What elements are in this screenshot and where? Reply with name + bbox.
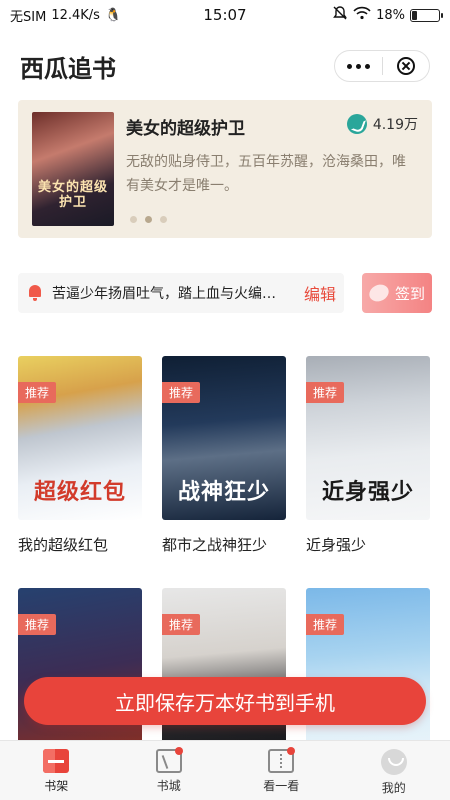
book-cover[interactable]: 推荐 — [162, 588, 286, 752]
carrier-label: 无SIM — [10, 9, 47, 25]
book-card[interactable]: 推荐 — [18, 588, 142, 752]
book-card[interactable]: 推荐 战神狂少 都市之战神狂少 — [162, 356, 286, 555]
notification-dot — [287, 747, 295, 755]
recommend-tag: 推荐 — [306, 382, 345, 403]
book-card[interactable]: 推荐 超级红包 我的超级红包 — [18, 356, 142, 555]
bell-icon — [26, 284, 44, 302]
tab-label: 书架 — [44, 779, 69, 793]
qq-icon: 🐧 — [104, 7, 122, 23]
book-cover[interactable]: 推荐 超级红包 — [18, 356, 142, 520]
pager-dot[interactable] — [160, 216, 167, 223]
book-cover[interactable]: 推荐 近身强少 — [306, 356, 430, 520]
notice-bar[interactable]: 苦逼少年扬眉吐气，踏上血与火编… 编辑 — [18, 273, 344, 313]
tab-bookstore[interactable]: 书城 — [113, 741, 226, 800]
status-left: 无SIM 12.4K/s 🐧 — [10, 6, 121, 25]
book-cover-text: 战神狂少 — [177, 480, 270, 505]
battery-icon — [410, 8, 443, 22]
tab-label: 我的 — [381, 781, 406, 795]
close-button[interactable] — [383, 51, 430, 81]
book-cover-text: 近身强少 — [321, 480, 414, 505]
book-card[interactable]: 推荐 — [306, 588, 430, 752]
featured-cover[interactable]: 美女的超级护卫 — [32, 112, 114, 226]
featured-banner[interactable]: 美女的超级护卫 美女的超级护卫 4.19万 无敌的贴身侍卫，五百年苏醒，沧海桑田… — [18, 100, 432, 238]
page-title: 西瓜追书 — [20, 54, 116, 83]
book-cover[interactable]: 推荐 — [306, 588, 430, 752]
book-card[interactable]: 推荐 — [162, 588, 286, 752]
checkin-label: 签到 — [394, 284, 425, 303]
bottom-tab-bar: 书架 书城 看一看 我的 — [0, 740, 450, 800]
network-speed: 12.4K/s — [51, 7, 100, 23]
battery-level — [412, 10, 417, 20]
checkin-button[interactable]: 签到 — [362, 273, 432, 313]
book-cover[interactable]: 推荐 — [18, 588, 142, 752]
status-bar: 无SIM 12.4K/s 🐧 15:07 18% — [0, 0, 450, 30]
tab-bookshelf[interactable]: 书架 — [0, 741, 113, 800]
book-card[interactable]: 推荐 近身强少 近身强少 — [306, 356, 430, 555]
bookshelf-icon — [43, 749, 70, 773]
profile-icon — [380, 749, 407, 775]
recommend-tag: 推荐 — [162, 614, 201, 635]
tab-discover[interactable]: 看一看 — [225, 741, 338, 800]
status-right: 18% — [332, 5, 443, 25]
book-cover[interactable]: 推荐 战神狂少 — [162, 356, 286, 520]
more-button[interactable] — [335, 51, 382, 81]
recommend-tag: 推荐 — [162, 382, 201, 403]
reader-count-icon — [346, 114, 367, 134]
title-bar: 西瓜追书 — [0, 40, 450, 92]
recommend-tag: 推荐 — [18, 614, 57, 635]
notice-text[interactable]: 苦逼少年扬眉吐气，踏上血与火编… — [52, 283, 298, 303]
mute-icon — [332, 5, 348, 25]
featured-badge-value: 4.19万 — [372, 117, 418, 133]
notification-dot — [174, 747, 183, 755]
pager-dot[interactable] — [145, 216, 152, 223]
featured-description: 无敌的贴身侍卫，五百年苏醒，沧海桑田，唯有美女才是唯一。 — [126, 154, 406, 194]
featured-cover-text: 美女的超级护卫 — [37, 180, 108, 210]
miniprogram-capsule — [334, 50, 430, 82]
book-title[interactable]: 我的超级红包 — [18, 534, 142, 555]
book-title[interactable]: 近身强少 — [306, 534, 430, 555]
tab-label: 看一看 — [263, 779, 300, 793]
featured-title[interactable]: 美女的超级护卫 — [126, 114, 245, 139]
close-icon — [396, 57, 415, 75]
more-icon — [346, 63, 370, 69]
save-books-button[interactable]: 立即保存万本好书到手机 — [24, 677, 426, 725]
battery-text: 18% — [376, 7, 405, 23]
wifi-icon — [353, 6, 371, 24]
recommend-tag: 推荐 — [306, 614, 345, 635]
recommend-tag: 推荐 — [18, 382, 57, 403]
tab-profile[interactable]: 我的 — [338, 741, 450, 800]
book-title[interactable]: 都市之战神狂少 — [162, 534, 286, 555]
banner-pager — [130, 216, 167, 223]
tab-label: 书城 — [156, 779, 181, 793]
pager-dot[interactable] — [130, 216, 137, 223]
egg-icon — [366, 281, 392, 305]
edit-link[interactable]: 编辑 — [304, 281, 336, 305]
featured-badge: 4.19万 — [346, 114, 418, 134]
book-cover-text: 超级红包 — [33, 480, 126, 505]
